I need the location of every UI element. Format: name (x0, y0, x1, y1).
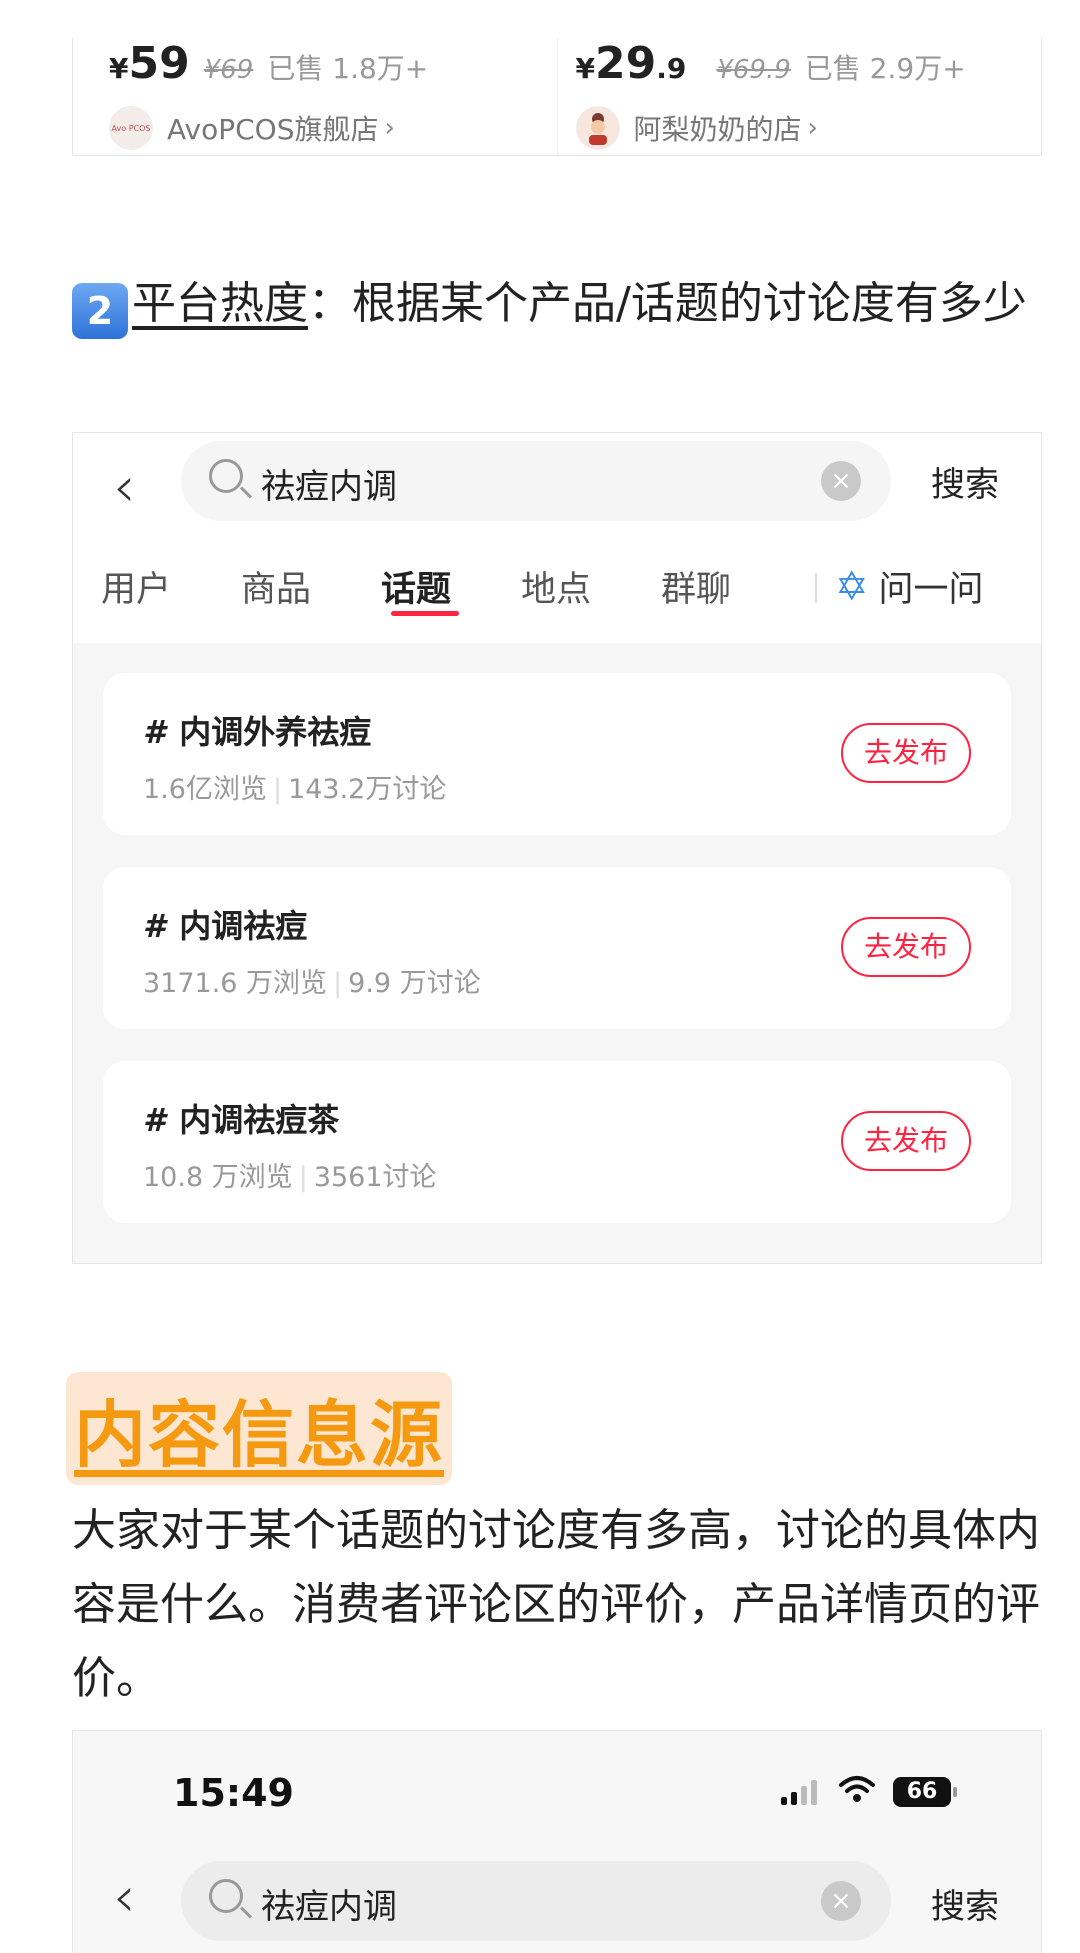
view-count: 1.6亿浏览 (143, 774, 267, 805)
search-button[interactable]: 搜索 (931, 1879, 999, 1928)
topic-name: 内调外养祛痘 (179, 713, 372, 751)
topic-title: # 内调外养祛痘 (143, 707, 371, 753)
separator: | (333, 968, 343, 999)
topic-item[interactable]: # 内调祛痘茶 10.8 万浏览 | 3561讨论 去发布 (103, 1061, 1011, 1223)
tab-places[interactable]: 地点 (521, 561, 591, 612)
shop-link[interactable]: 阿梨奶奶的店 › (575, 106, 818, 150)
search-button[interactable]: 搜索 (931, 457, 999, 506)
search-query: 祛痘内调 (261, 467, 397, 507)
original-price: ¥69 (203, 55, 254, 85)
search-input[interactable]: 祛痘内调 × (181, 441, 891, 521)
sold-count: 已售 2.9万+ (804, 52, 966, 85)
heading-text: ：根据某个产品/话题的讨论度有多少 (308, 278, 1027, 329)
tab-users[interactable]: 用户 (101, 561, 171, 612)
active-tab-indicator (391, 611, 459, 616)
page: ¥ 59 ¥69 已售 1.8万+ Avo PCOS AvoPCOS旗舰店 › … (0, 0, 1080, 1953)
discussion-count: 3561讨论 (313, 1162, 437, 1193)
topic-stats: 3171.6 万浏览 | 9.9 万讨论 (143, 961, 481, 1000)
topic-list: # 内调外养祛痘 1.6亿浏览 | 143.2万讨论 去发布 # 内调祛痘 3171.6… (73, 643, 1041, 1263)
search-icon (209, 459, 243, 493)
sparkle-star-icon: ✡ (835, 563, 869, 610)
result-tabs: 用户 商品 话题 地点 群聊 ✡ 问一问 (73, 543, 1041, 643)
ask-label: 问一问 (878, 570, 984, 610)
back-chevron-icon[interactable]: ‹ (113, 1865, 135, 1930)
tab-topics[interactable]: 话题 (381, 561, 451, 612)
search-header: ‹ 祛痘内调 × 搜索 (73, 433, 1041, 543)
search-input[interactable]: 祛痘内调 × (181, 1861, 891, 1941)
price: 59 (128, 38, 190, 89)
price-row: ¥ 59 ¥69 已售 1.8万+ (109, 38, 428, 94)
search-icon (209, 1879, 243, 1913)
publish-button[interactable]: 去发布 (841, 917, 971, 977)
topic-stats: 10.8 万浏览 | 3561讨论 (143, 1155, 437, 1194)
product-strip: ¥ 59 ¥69 已售 1.8万+ Avo PCOS AvoPCOS旗舰店 › … (72, 38, 1042, 156)
price-row: ¥ 29 .9 ¥69.9 已售 2.9万+ (576, 38, 966, 94)
discussion-count: 143.2万讨论 (288, 774, 447, 805)
section-paragraph: 大家对于某个话题的讨论度有多高，讨论的具体内容是什么。消费者评论区的评价，产品详… (72, 1505, 1040, 1704)
shop-avatar: Avo PCOS (109, 106, 153, 150)
topic-title: # 内调祛痘 (143, 901, 307, 947)
publish-button[interactable]: 去发布 (841, 1111, 971, 1171)
number-badge: 2 (72, 283, 128, 339)
topic-item[interactable]: # 内调外养祛痘 1.6亿浏览 | 143.2万讨论 去发布 (103, 673, 1011, 835)
hashtag-icon: # (143, 907, 166, 945)
heading-keyword: 平台热度 (132, 278, 308, 329)
ask-button[interactable]: ✡ 问一问 (835, 561, 984, 612)
discussion-count: 9.9 万讨论 (348, 968, 481, 999)
chevron-right-icon: › (384, 113, 395, 143)
sold-count: 已售 1.8万+ (267, 52, 429, 85)
topic-title: # 内调祛痘茶 (143, 1095, 339, 1141)
view-count: 3171.6 万浏览 (143, 968, 328, 999)
phone-screenshot: 15:49 66 ‹ 祛痘内调 × 搜索 (72, 1730, 1042, 1953)
search-results-screenshot: ‹ 祛痘内调 × 搜索 用户 商品 话题 地点 群聊 ✡ 问一问 # 内调外养祛痘 (72, 432, 1042, 1264)
search-query: 祛痘内调 (261, 1887, 397, 1927)
product-card[interactable]: ¥ 29 .9 ¥69.9 已售 2.9万+ 阿梨奶奶的店 › (556, 38, 1042, 155)
topic-stats: 1.6亿浏览 | 143.2万讨论 (143, 767, 446, 806)
hashtag-icon: # (143, 1101, 166, 1139)
shop-name: AvoPCOS旗舰店 (167, 113, 379, 146)
status-icons: 66 (781, 1773, 957, 1811)
status-time: 15:49 (173, 1771, 294, 1815)
shop-avatar (575, 106, 620, 150)
topic-item[interactable]: # 内调祛痘 3171.6 万浏览 | 9.9 万讨论 去发布 (103, 867, 1011, 1029)
wifi-icon (839, 1773, 875, 1811)
topic-name: 内调祛痘茶 (179, 1101, 340, 1139)
currency-symbol: ¥ (109, 52, 129, 85)
divider (815, 573, 817, 603)
price-decimal: .9 (656, 52, 687, 85)
separator: | (272, 774, 283, 805)
shop-name: 阿梨奶奶的店 (633, 113, 802, 146)
publish-button[interactable]: 去发布 (841, 723, 971, 783)
section-heading-content-source: 内容信息源 (66, 1372, 453, 1485)
currency-symbol: ¥ (575, 52, 595, 85)
tab-group-chats[interactable]: 群聊 (661, 561, 731, 612)
grandma-avatar-icon (588, 113, 607, 145)
view-count: 10.8 万浏览 (143, 1162, 293, 1193)
battery-icon: 66 (893, 1777, 957, 1807)
chevron-right-icon: › (807, 113, 818, 143)
separator: | (298, 1162, 308, 1193)
shop-link[interactable]: Avo PCOS AvoPCOS旗舰店 › (109, 106, 395, 150)
hashtag-icon: # (143, 713, 166, 751)
product-card[interactable]: ¥ 59 ¥69 已售 1.8万+ Avo PCOS AvoPCOS旗舰店 › (73, 38, 557, 155)
search-header: ‹ 祛痘内调 × 搜索 (73, 1861, 1041, 1951)
section-title: 内容信息源 (74, 1393, 445, 1477)
signal-icon (781, 1779, 821, 1805)
price: 29 (594, 38, 657, 89)
back-chevron-icon[interactable]: ‹ (113, 455, 135, 520)
topic-name: 内调祛痘 (179, 907, 308, 945)
section-heading-platform-heat: 2 平台热度：根据某个产品/话题的讨论度有多少 (72, 268, 1032, 340)
clear-icon[interactable]: × (821, 461, 861, 501)
tab-products[interactable]: 商品 (241, 561, 311, 612)
original-price: ¥69.9 (716, 55, 791, 85)
clear-icon[interactable]: × (821, 1881, 861, 1921)
